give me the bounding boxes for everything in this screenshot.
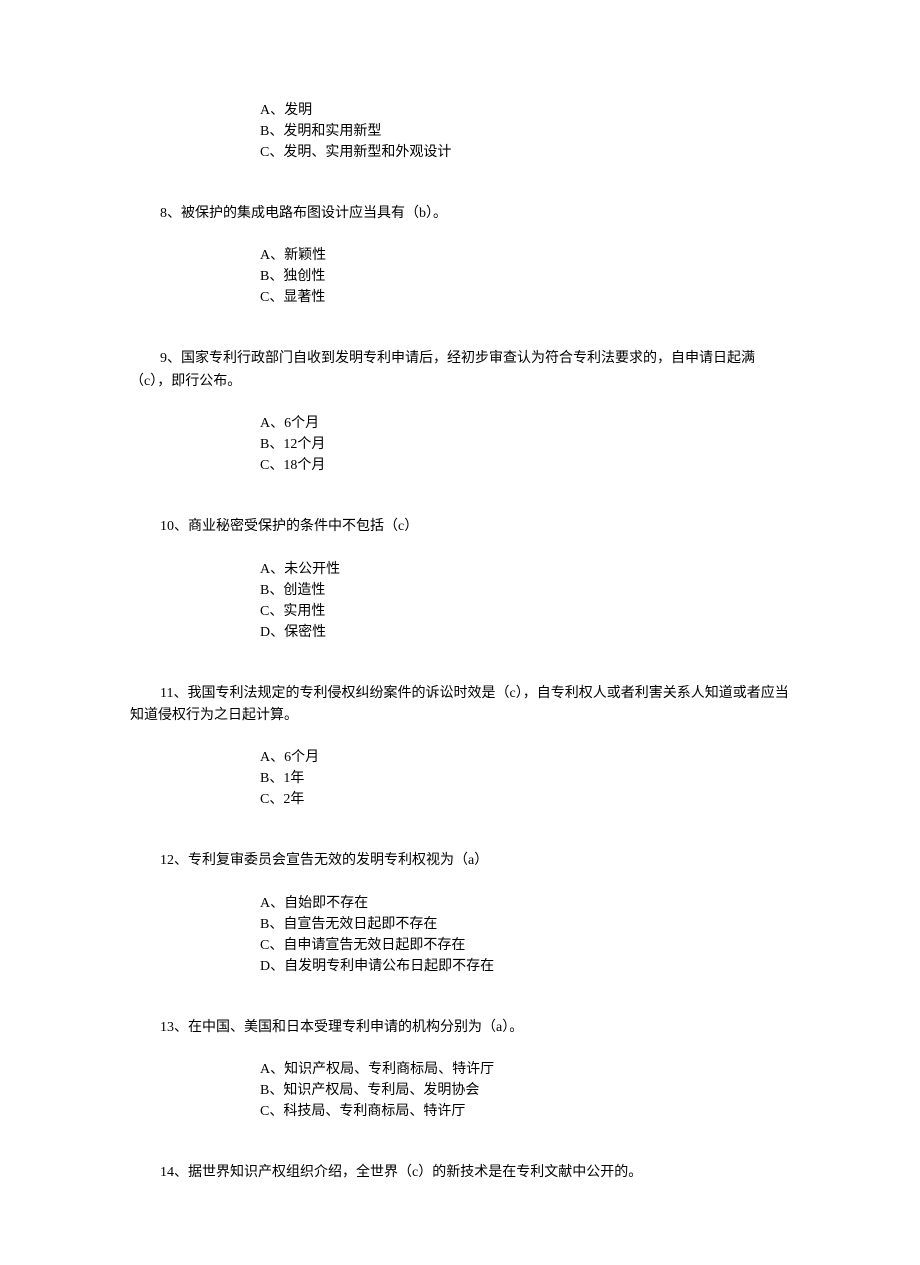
option-b: B、12个月 [260,434,790,455]
option-c: C、发明、实用新型和外观设计 [260,142,790,163]
question-11-options: A、6个月 B、1年 C、2年 [260,747,790,810]
option-b: B、知识产权局、专利局、发明协会 [260,1080,790,1101]
question-11: 11、我国专利法规定的专利侵权纠纷案件的诉讼时效是（c），自专利权人或者利害关系… [130,683,790,728]
option-c: C、显著性 [260,287,790,308]
option-c: C、18个月 [260,455,790,476]
option-b: B、独创性 [260,266,790,287]
question-8-options: A、新颖性 B、独创性 C、显著性 [260,245,790,308]
option-c: C、自申请宣告无效日起即不存在 [260,935,790,956]
question-10-options: A、未公开性 B、创造性 C、实用性 D、保密性 [260,559,790,643]
question-13: 13、在中国、美国和日本受理专利申请的机构分别为（a）。 [160,1017,790,1039]
option-a: A、6个月 [260,413,790,434]
option-a: A、知识产权局、专利商标局、特许厅 [260,1059,790,1080]
question-9: 9、国家专利行政部门自收到发明专利申请后，经初步审查认为符合专利法要求的，自申请… [130,348,790,393]
question-8: 8、被保护的集成电路布图设计应当具有（b）。 [160,203,790,225]
option-b: B、自宣告无效日起即不存在 [260,914,790,935]
option-b: B、1年 [260,768,790,789]
option-a: A、6个月 [260,747,790,768]
question-7-options: A、发明 B、发明和实用新型 C、发明、实用新型和外观设计 [260,100,790,163]
question-12-options: A、自始即不存在 B、自宣告无效日起即不存在 C、自申请宣告无效日起即不存在 D… [260,893,790,977]
option-d: D、自发明专利申请公布日起即不存在 [260,956,790,977]
option-d: D、保密性 [260,622,790,643]
question-10: 10、商业秘密受保护的条件中不包括（c） [160,516,790,538]
option-b: B、创造性 [260,580,790,601]
option-a: A、自始即不存在 [260,893,790,914]
question-9-options: A、6个月 B、12个月 C、18个月 [260,413,790,476]
option-b: B、发明和实用新型 [260,121,790,142]
option-c: C、2年 [260,789,790,810]
option-a: A、新颖性 [260,245,790,266]
option-a: A、未公开性 [260,559,790,580]
option-a: A、发明 [260,100,790,121]
question-14: 14、据世界知识产权组织介绍，全世界（c）的新技术是在专利文献中公开的。 [160,1162,790,1184]
question-13-options: A、知识产权局、专利商标局、特许厅 B、知识产权局、专利局、发明协会 C、科技局… [260,1059,790,1122]
option-c: C、实用性 [260,601,790,622]
option-c: C、科技局、专利商标局、特许厅 [260,1101,790,1122]
question-12: 12、专利复审委员会宣告无效的发明专利权视为（a） [160,850,790,872]
